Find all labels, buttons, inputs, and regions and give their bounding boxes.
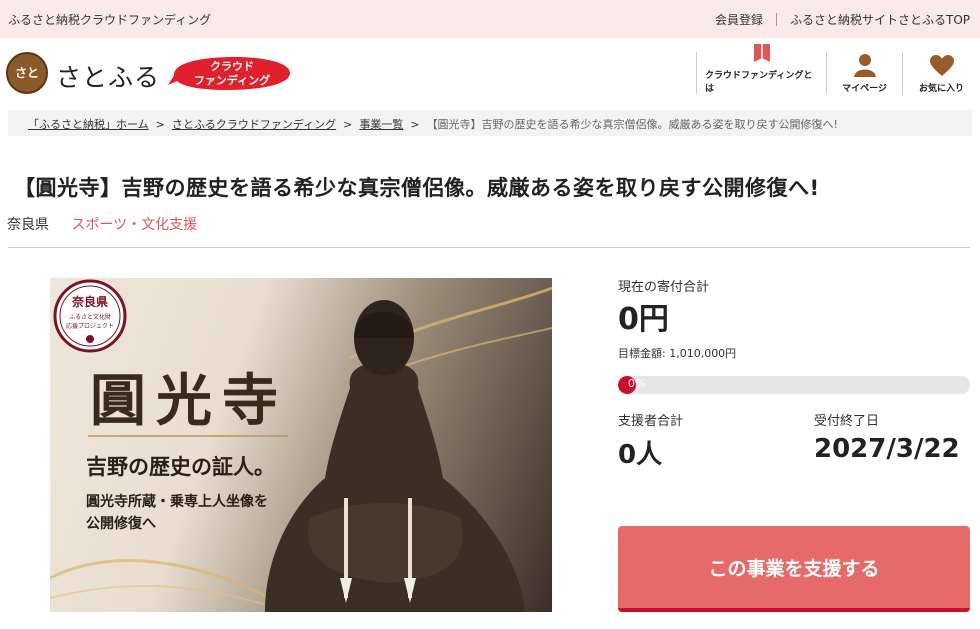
satofull-logo-seal[interactable]: さと (6, 52, 48, 94)
progress-percent: 0% (628, 377, 646, 390)
category-link[interactable]: スポーツ・文化支援 (71, 217, 197, 233)
heart-icon (929, 53, 954, 77)
seal-title: 奈良県 (71, 294, 108, 309)
image-caption-1: 圓光寺所蔵・乗専上人坐像を (86, 493, 268, 510)
image-caption-2: 公開修復へ (86, 515, 156, 532)
target-amount: 目標金額: 1,010,000円 (618, 347, 737, 360)
deadline-label: 受付終了日 (814, 414, 880, 429)
project-image: 奈良県 ふるさと文化財 応援プロジェクト 圓光寺 吉野の歴史の証人。 圓光寺所蔵… (50, 278, 552, 612)
total-donation-value: 0円 (618, 302, 669, 337)
divider (8, 247, 970, 248)
user-icon (853, 53, 877, 77)
total-donation-label: 現在の寄付合計 (618, 280, 710, 295)
breadcrumb-separator: > (155, 118, 165, 131)
prefecture-label: 奈良県 (7, 217, 49, 233)
project-image-art: 奈良県 ふるさと文化財 応援プロジェクト 圓光寺 吉野の歴史の証人。 圓光寺所蔵… (50, 279, 552, 612)
image-headline: 圓光寺 (90, 368, 288, 434)
support-project-button[interactable]: この事業を支援する (618, 526, 970, 612)
nav-mypage[interactable]: マイページ (826, 52, 902, 94)
site-tagline: ふるさと納税クラウドファンディング (8, 13, 212, 27)
breadcrumb-current: 【圓光寺】吉野の歴史を語る希少な真宗僧侶像。威厳ある姿を取り戻す公開修復へ! (426, 118, 838, 131)
breadcrumb-project-list[interactable]: 事業一覧 (359, 118, 403, 131)
header-nav: クラウドファンディングとは マイページ お気に入り (696, 44, 980, 100)
top-links-divider (775, 13, 777, 26)
satofull-top-link[interactable]: ふるさと納税サイトさとふるTOP (790, 11, 970, 28)
supporters-value: 0人 (618, 440, 663, 470)
seal-sub1: ふるさと文化財 (69, 313, 111, 321)
breadcrumb-home[interactable]: 「ふるさと納税」ホーム (28, 118, 149, 131)
register-link[interactable]: 会員登録 (715, 11, 763, 28)
page-title: 【圓光寺】吉野の歴史を語る希少な真宗僧侶像。威厳ある姿を取り戻す公開修復へ! (14, 176, 820, 200)
badge-line2: ファンディング (194, 73, 270, 87)
deadline-value: 2027/3/22 (814, 434, 960, 464)
book-icon (752, 42, 772, 64)
breadcrumb-crowdfunding[interactable]: さとふるクラウドファンディング (172, 118, 336, 131)
site-header: さと さとふる クラウド ファンディング クラウドファンディングとは マイページ… (0, 38, 980, 106)
breadcrumb: 「ふるさと納税」ホーム > さとふるクラウドファンディング > 事業一覧 > 【圓光寺】吉野… (8, 110, 972, 136)
nav-about-label: クラウドファンディングとは (705, 71, 813, 94)
image-subhead: 吉野の歴史の証人。 (86, 454, 275, 479)
nav-favorites-label: お気に入り (918, 84, 964, 94)
top-links: 会員登録 ふるさと納税サイトさとふるTOP (715, 11, 970, 28)
crowdfunding-badge[interactable]: クラウド ファンディング (168, 55, 292, 91)
supporters-label: 支援者合計 (618, 414, 684, 429)
breadcrumb-separator: > (343, 118, 353, 131)
satofull-logo-text[interactable]: さとふる (56, 58, 160, 94)
top-bar: ふるさと納税クラウドファンディング 会員登録 ふるさと納税サイトさとふるTOP (0, 0, 980, 38)
progress-bar (618, 376, 970, 394)
nav-about-crowdfunding[interactable]: クラウドファンディングとは (696, 44, 826, 94)
logo-seal-text: さと (14, 66, 39, 80)
breadcrumb-separator: > (410, 118, 420, 131)
nav-mypage-label: マイページ (842, 84, 887, 94)
project-meta: 奈良県 スポーツ・文化支援 (7, 214, 197, 234)
seal-sub2: 応援プロジェクト (66, 322, 114, 330)
badge-line1: クラウド (210, 60, 254, 73)
nav-favorites[interactable]: お気に入り (902, 52, 980, 94)
